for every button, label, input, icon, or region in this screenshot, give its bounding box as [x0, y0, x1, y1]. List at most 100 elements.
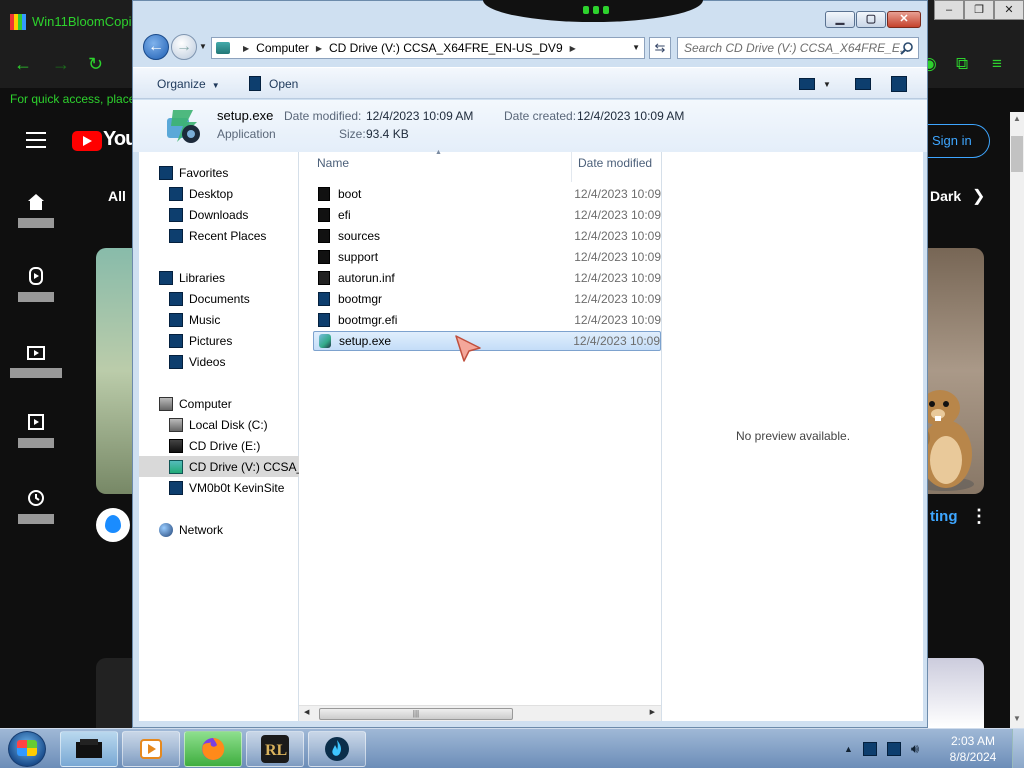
column-header-date-modified[interactable]: Date modified [578, 156, 652, 170]
file-row[interactable]: bootmgr 12/4/2023 10:09 [313, 289, 661, 309]
file-row[interactable]: efi 12/4/2023 10:09 [313, 205, 661, 225]
address-bar[interactable]: ▶ Computer ▶ CD Drive (V:) CCSA_X64FRE_E… [211, 37, 645, 59]
tray-expand-icon[interactable]: ▲ [844, 744, 853, 754]
file-row[interactable]: support 12/4/2023 10:09 [313, 247, 661, 267]
yt-nav-history[interactable] [14, 488, 58, 524]
back-arrow-icon[interactable]: ← [14, 54, 32, 75]
breadcrumb-computer[interactable]: Computer [256, 41, 309, 55]
scrollbar-thumb[interactable]: ||| [319, 708, 513, 720]
reload-icon[interactable]: ↻ [88, 54, 103, 75]
nav-cd-drive-v-label: CD Drive (V:) CCSA_ [189, 459, 299, 474]
forward-button[interactable]: → [171, 34, 197, 60]
yt-nav-shorts[interactable] [14, 266, 58, 302]
hamburger-icon[interactable] [26, 132, 46, 148]
file-row[interactable]: sources 12/4/2023 10:09 [313, 226, 661, 246]
maximize-button[interactable]: ▢ [856, 11, 886, 28]
menu-icon[interactable]: ≡ [992, 54, 1002, 74]
music-icon [169, 312, 183, 327]
youtube-logo-icon[interactable] [72, 131, 102, 151]
scroll-up-icon[interactable]: ▲ [1010, 114, 1024, 123]
nav-libraries[interactable]: Libraries [159, 267, 225, 288]
minimize-icon[interactable]: – [934, 0, 964, 20]
nav-videos[interactable]: Videos [169, 351, 225, 372]
nav-documents[interactable]: Documents [169, 288, 250, 309]
horizontal-scrollbar[interactable]: ◀ ||| ▶ [299, 705, 661, 721]
nav-network[interactable]: Network [159, 519, 223, 540]
video-thumbnail[interactable] [96, 658, 132, 728]
nav-cd-drive-e[interactable]: CD Drive (E:) [169, 435, 260, 456]
nav-computer[interactable]: Computer [159, 393, 232, 414]
nav-network-label: Network [179, 522, 224, 537]
scroll-left-icon[interactable]: ◀ [304, 708, 309, 716]
network-status-icon[interactable] [886, 742, 901, 756]
scroll-down-icon[interactable]: ▼ [1010, 714, 1024, 723]
breadcrumb-chevron-icon[interactable]: ▶ [316, 44, 322, 53]
details-size: 93.4 KB [366, 127, 409, 141]
nav-desktop[interactable]: Desktop [169, 183, 233, 204]
column-divider[interactable] [571, 152, 572, 182]
nav-downloads[interactable]: Downloads [169, 204, 248, 225]
puzzle-icon[interactable]: ⧉ [956, 54, 968, 74]
scroll-right-icon[interactable]: ▶ [650, 708, 655, 716]
taskbar-firefox[interactable] [184, 731, 242, 767]
file-row[interactable]: setup.exe 12/4/2023 10:09 [313, 331, 661, 351]
sign-in-button[interactable]: Sign in [928, 124, 990, 158]
search-icon[interactable] [900, 41, 914, 55]
video-thumbnail[interactable] [928, 658, 984, 728]
organize-label: Organize [157, 77, 206, 91]
navigation-pane[interactable]: Favorites Desktop Downloads Recent Place… [139, 152, 299, 721]
open-button[interactable]: Open [249, 76, 298, 91]
column-header-name[interactable]: Name [317, 156, 349, 170]
taskbar-flame-app[interactable] [308, 731, 366, 767]
close-button[interactable]: ✕ [887, 11, 921, 28]
minimize-button[interactable]: ▁ [825, 11, 855, 28]
volume-icon[interactable]: 🔊︎ [911, 741, 919, 757]
channel-name[interactable]: ting [930, 508, 958, 525]
recent-pages-dropdown-icon[interactable]: ▼ [199, 42, 207, 51]
breadcrumb-chevron-icon[interactable]: ▶ [243, 44, 249, 53]
help-icon[interactable] [891, 76, 907, 92]
forward-arrow-icon[interactable]: → [52, 54, 70, 75]
details-date-modified-label: Date modified: [284, 109, 362, 123]
nav-pictures[interactable]: Pictures [169, 330, 232, 351]
cd-drive-icon [169, 459, 183, 474]
page-scrollbar[interactable] [1010, 112, 1024, 728]
breadcrumb-chevron-icon[interactable]: ▶ [570, 44, 576, 53]
views-button[interactable]: ▼ [799, 78, 831, 90]
restore-icon[interactable]: ❐ [964, 0, 994, 20]
taskbar-rl-app[interactable]: RL [246, 731, 304, 767]
yt-nav-you[interactable] [14, 412, 58, 448]
close-icon[interactable]: ✕ [994, 0, 1024, 20]
file-row[interactable]: bootmgr.efi 12/4/2023 10:09 [313, 310, 661, 330]
scrollbar-thumb[interactable] [1011, 136, 1023, 172]
preview-pane-toggle-icon[interactable] [855, 78, 871, 90]
back-button[interactable]: ← [143, 34, 169, 60]
more-options-icon[interactable]: ⋮ [970, 506, 988, 527]
nav-network-share[interactable]: VM0b0t KevinSite [169, 477, 284, 498]
video-thumbnail[interactable] [96, 248, 132, 494]
chip-dark[interactable]: Dark [930, 188, 961, 204]
channel-avatar[interactable] [96, 508, 130, 542]
refresh-button[interactable]: ⇆ [649, 37, 671, 59]
nav-music[interactable]: Music [169, 309, 220, 330]
address-dropdown-icon[interactable]: ▼ [632, 43, 640, 52]
nav-favorites[interactable]: Favorites [159, 162, 228, 183]
nav-local-disk[interactable]: Local Disk (C:) [169, 414, 268, 435]
taskbar-media-player[interactable] [122, 731, 180, 767]
tray-app-icon[interactable] [862, 742, 877, 756]
yt-nav-home[interactable] [14, 192, 58, 228]
chevron-right-icon[interactable]: ❯ [972, 186, 985, 206]
nav-cd-drive-v[interactable]: CD Drive (V:) CCSA_ [139, 456, 299, 477]
file-row[interactable]: autorun.inf 12/4/2023 10:09 [313, 268, 661, 288]
organize-button[interactable]: Organize ▼ [157, 77, 220, 91]
nav-recent-places[interactable]: Recent Places [169, 225, 266, 246]
chip-all[interactable]: All [108, 188, 126, 204]
taskbar-explorer[interactable] [60, 731, 118, 767]
taskbar-clock[interactable]: 2:03 AM 8/8/2024 [930, 733, 1016, 765]
search-input[interactable]: Search CD Drive (V:) CCSA_X64FRE_E... [677, 37, 919, 59]
file-list[interactable]: ▲ Name Date modified boot 12/4/2023 10:09… [299, 149, 661, 721]
show-desktop-button[interactable] [1012, 729, 1024, 768]
breadcrumb-cd-drive[interactable]: CD Drive (V:) CCSA_X64FRE_EN-US_DV9 [329, 41, 563, 55]
yt-nav-subscriptions[interactable] [6, 342, 66, 378]
file-row[interactable]: boot 12/4/2023 10:09 [313, 184, 661, 204]
